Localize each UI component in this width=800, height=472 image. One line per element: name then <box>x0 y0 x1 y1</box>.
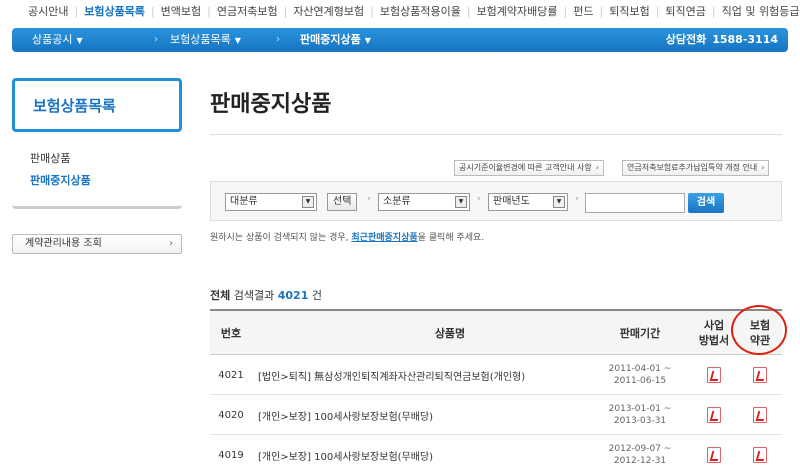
business-method-pdf-link[interactable] <box>694 435 734 472</box>
row-number: 4021 <box>218 369 244 381</box>
row-number: 4019 <box>218 449 244 461</box>
row-number: 4020 <box>218 409 244 421</box>
recent-discontinued-link[interactable]: 최근판매중지상품 <box>351 233 417 243</box>
highlight-circle <box>731 305 787 355</box>
pdf-icon <box>753 447 767 463</box>
policy-terms-pdf-link[interactable] <box>740 435 780 472</box>
sidebar-item-on-sale[interactable]: 판매상품 <box>30 148 91 170</box>
col-sales-period: 판매기간 <box>619 326 661 340</box>
notice-pension-rider-button[interactable]: 연금저축보험료추가납입특약 개정 안내 › <box>622 160 770 176</box>
row-product-name: [개인>보장] 100세사랑보장보험(무배당) <box>258 451 434 463</box>
search-hint: 원하시는 상품이 검색되지 않는 경우, 최근판매중지상품을 클릭해 주세요. <box>210 233 485 243</box>
notice-rate-change-button[interactable]: 공시기준이율변경에 따른 고객안내 사항 › <box>454 160 604 176</box>
contract-lookup-button[interactable]: 계약관리내용 조회 › <box>12 234 182 254</box>
chevron-right-icon: › <box>761 163 765 172</box>
policy-terms-pdf-link[interactable] <box>740 355 780 395</box>
topnav-item-retire-ins[interactable]: 퇴직보험 <box>603 3 655 19</box>
sidebar-title-box: 보험상품목록 <box>12 78 182 132</box>
year-select[interactable]: 판매년도 ▼ <box>488 193 568 211</box>
select-button[interactable]: 선택 <box>327 193 358 211</box>
phone-info: 상담전화 1588-3114 <box>665 33 778 46</box>
dropdown-arrow-icon: ▼ <box>302 196 314 208</box>
breadcrumb-item-current[interactable]: 판매중지상품 ▼ <box>300 28 371 52</box>
sidebar-divider <box>12 205 182 209</box>
pdf-icon <box>753 407 767 423</box>
result-summary: 전체 검색결과 4021 건 <box>210 289 322 302</box>
topnav-item-pension[interactable]: 연금저축보험 <box>211 3 284 19</box>
sidebar-menu: 판매상품 판매중지상품 <box>30 148 91 192</box>
topnav-item-product-list[interactable]: 보험상품목록 <box>78 3 151 19</box>
row-period: 2011-04-01 ~2011-06-15 <box>608 364 672 386</box>
topnav-item-risk-grade[interactable]: 직업 및 위험등급 안내 <box>716 3 800 19</box>
pdf-icon <box>753 367 767 383</box>
chevron-right-icon: › <box>169 238 173 249</box>
product-table: 번호 상품명 판매기간 사업 방법서 보험 약관 4021 [법인>퇴직] 無삼성개… <box>210 309 782 472</box>
breadcrumb-item-product-list[interactable]: 보험상품목록 ▼ <box>170 28 241 52</box>
caret-down-icon: ▼ <box>76 36 83 45</box>
topnav-item-fund[interactable]: 펀드 <box>567 3 599 19</box>
pdf-icon <box>707 367 721 383</box>
category-minor-select[interactable]: 소분류 ▼ <box>378 193 470 211</box>
chevron-right-icon: › <box>276 34 280 45</box>
breadcrumb-item-disclosure[interactable]: 상품공시 ▼ <box>32 28 83 52</box>
business-method-pdf-link[interactable] <box>694 395 734 435</box>
business-method-pdf-link[interactable] <box>694 355 734 395</box>
row-period: 2013-01-01 ~2013-03-31 <box>608 404 672 426</box>
table-header: 번호 상품명 판매기간 사업 방법서 보험 약관 <box>210 311 782 355</box>
sidebar-item-discontinued[interactable]: 판매중지상품 <box>30 170 91 192</box>
search-input[interactable] <box>585 193 685 213</box>
chevron-right-icon: › <box>575 194 579 204</box>
topnav-item-disclosure[interactable]: 공시안내 <box>22 3 74 19</box>
chevron-right-icon: › <box>154 34 158 45</box>
col-product-name: 상품명 <box>434 326 466 340</box>
row-product-name: [법인>퇴직] 無삼성개인퇴직계좌자산관리퇴직연금보험(개인형) <box>258 371 526 383</box>
chevron-right-icon: › <box>595 163 599 172</box>
topnav-item-variable[interactable]: 변액보험 <box>155 3 207 19</box>
dropdown-arrow-icon: ▼ <box>553 196 565 208</box>
caret-down-icon: ▼ <box>234 36 241 45</box>
table-row: 4021 [법인>퇴직] 無삼성개인퇴직계좌자산관리퇴직연금보험(개인형) 20… <box>210 355 782 395</box>
search-button[interactable]: 검색 <box>688 193 724 213</box>
breadcrumb-bar: 상품공시 ▼ › 보험상품목록 ▼ › 판매중지상품 ▼ 상담전화 1588-3114 <box>12 28 788 52</box>
chevron-right-icon: › <box>477 194 481 204</box>
topnav-item-retire-pension[interactable]: 퇴직연금 <box>659 3 711 19</box>
search-panel: 대분류 ▼ 선택 › 소분류 ▼ › 판매년도 ▼ › 검색 <box>210 181 782 221</box>
topnav-item-dividend[interactable]: 보험계약자배당률 <box>471 3 564 19</box>
caret-down-icon: ▼ <box>364 36 371 45</box>
title-divider <box>210 134 782 135</box>
category-major-select[interactable]: 대분류 ▼ <box>225 193 317 211</box>
chevron-right-icon: › <box>367 194 371 204</box>
policy-terms-pdf-link[interactable] <box>740 395 780 435</box>
topnav-item-asset-linked[interactable]: 자산연계형보험 <box>287 3 370 19</box>
dropdown-arrow-icon: ▼ <box>455 196 467 208</box>
top-nav: 공시안내 | 보험상품목록 | 변액보험 | 연금저축보험 | 자산연계형보험 | 보험상… <box>0 0 800 22</box>
row-product-name: [개인>보장] 100세사랑보장보험(무배당) <box>258 411 434 423</box>
col-number: 번호 <box>220 326 242 340</box>
pdf-icon <box>707 407 721 423</box>
topnav-item-rate[interactable]: 보험상품적용이율 <box>374 3 467 19</box>
page-title: 판매중지상품 <box>210 92 332 117</box>
sidebar-title: 보험상품목록 <box>33 97 116 115</box>
pdf-icon <box>707 447 721 463</box>
row-period: 2012-09-07 ~2012-12-31 <box>608 444 672 466</box>
table-row: 4020 [개인>보장] 100세사랑보장보험(무배당) 2013-01-01 … <box>210 395 782 435</box>
table-row: 4019 [개인>보장] 100세사랑보장보험(무배당) 2012-09-07 … <box>210 435 782 472</box>
col-business-method: 사업 방법서 <box>698 319 730 347</box>
